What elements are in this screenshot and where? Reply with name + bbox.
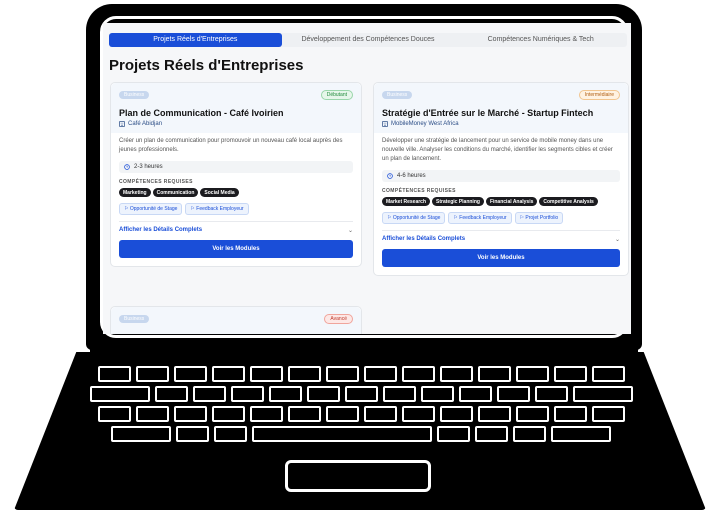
perk-label: Feedback Employeur <box>459 215 507 221</box>
level-badge: Intermédiaire <box>578 90 620 100</box>
skill-tag: Competitive Analysis <box>539 197 598 206</box>
perk-feedback[interactable]: ⚐ Feedback Employeur <box>448 212 512 224</box>
clock-icon <box>387 173 393 179</box>
duration-row: 4-6 heures <box>382 170 620 182</box>
details-label: Afficher les Détails Complets <box>119 227 203 233</box>
skill-tag: Communication <box>152 188 199 197</box>
level-badge: Débutant <box>320 90 353 100</box>
card-header: Business Intermédiaire Stratégie d'Entré… <box>374 83 628 133</box>
perk-label: Feedback Employeur <box>196 206 244 212</box>
category-badge: Business <box>382 91 413 99</box>
card-header: Business Débutant Plan de Communication … <box>111 83 361 133</box>
category-badge: Business <box>119 91 150 99</box>
perk-internship[interactable]: ⚐ Opportunité de Stage <box>382 212 446 224</box>
skills-heading: COMPÉTENCES REQUISES <box>119 179 193 185</box>
duration-text: 2-3 heures <box>134 164 163 170</box>
card-description: Développer une stratégie de lancement po… <box>382 138 613 162</box>
perk-feedback[interactable]: ⚐ Feedback Employeur <box>185 203 249 215</box>
clock-icon <box>124 164 130 170</box>
duration-row: 2-3 heures <box>119 161 353 173</box>
skill-tag: Marketing <box>119 188 151 197</box>
perk-label: Opportunité de Stage <box>392 215 441 221</box>
skill-tag: Financial Analysis <box>485 197 538 206</box>
card-description: Créer un plan de communication pour prom… <box>119 138 343 153</box>
page-title: Projets Réels d'Entreprises <box>109 57 304 74</box>
keyboard <box>78 366 644 454</box>
perk-portfolio[interactable]: ⚐ Projet Portfolio <box>514 212 564 224</box>
view-modules-button[interactable]: Voir les Modules <box>382 249 620 267</box>
company-name: MobileMoney West Africa <box>391 121 459 127</box>
tab-soft-skills[interactable]: Développement des Compétences Douces <box>282 33 455 47</box>
card-header: Business Avancé <box>111 307 361 334</box>
show-details-toggle[interactable]: Afficher les Détails Complets ⌄ <box>119 221 353 234</box>
chevron-down-icon: ⌄ <box>614 237 620 243</box>
perk-label: Projet Portfolio <box>525 215 559 221</box>
skill-tag: Strategic Planning <box>432 197 484 206</box>
tab-bar: Projets Réels d'Entreprises Développemen… <box>109 33 627 47</box>
project-card: Business Avancé <box>110 306 362 334</box>
laptop-illustration: Projets Réels d'Entreprises Développemen… <box>0 0 716 515</box>
perk-label: Opportunité de Stage <box>129 206 178 212</box>
chevron-down-icon: ⌄ <box>347 228 353 234</box>
show-details-toggle[interactable]: Afficher les Détails Complets ⌄ <box>382 230 620 243</box>
company-name: Café Abidjan <box>128 121 163 127</box>
view-modules-button[interactable]: Voir les Modules <box>119 240 353 258</box>
trackpad <box>285 460 431 492</box>
tab-real-projects[interactable]: Projets Réels d'Entreprises <box>109 33 282 47</box>
perk-internship[interactable]: ⚐ Opportunité de Stage <box>119 203 183 215</box>
tab-digital-skills[interactable]: Compétences Numériques & Tech <box>454 33 627 47</box>
project-card: Business Débutant Plan de Communication … <box>110 82 362 267</box>
project-card: Business Intermédiaire Stratégie d'Entré… <box>373 82 629 276</box>
card-title: Stratégie d'Entrée sur le Marché - Start… <box>382 108 594 118</box>
duration-text: 4-6 heures <box>397 173 426 179</box>
skill-tag: Market Research <box>382 197 431 206</box>
building-icon <box>119 121 125 127</box>
building-icon <box>382 121 388 127</box>
card-title: Plan de Communication - Café Ivoirien <box>119 108 284 118</box>
skill-tag: Social Media <box>200 188 239 197</box>
details-label: Afficher les Détails Complets <box>382 236 466 242</box>
skills-heading: COMPÉTENCES REQUISES <box>382 188 456 194</box>
category-badge: Business <box>119 315 150 323</box>
level-badge: Avancé <box>324 314 353 324</box>
screen: Projets Réels d'Entreprises Développemen… <box>103 23 631 334</box>
